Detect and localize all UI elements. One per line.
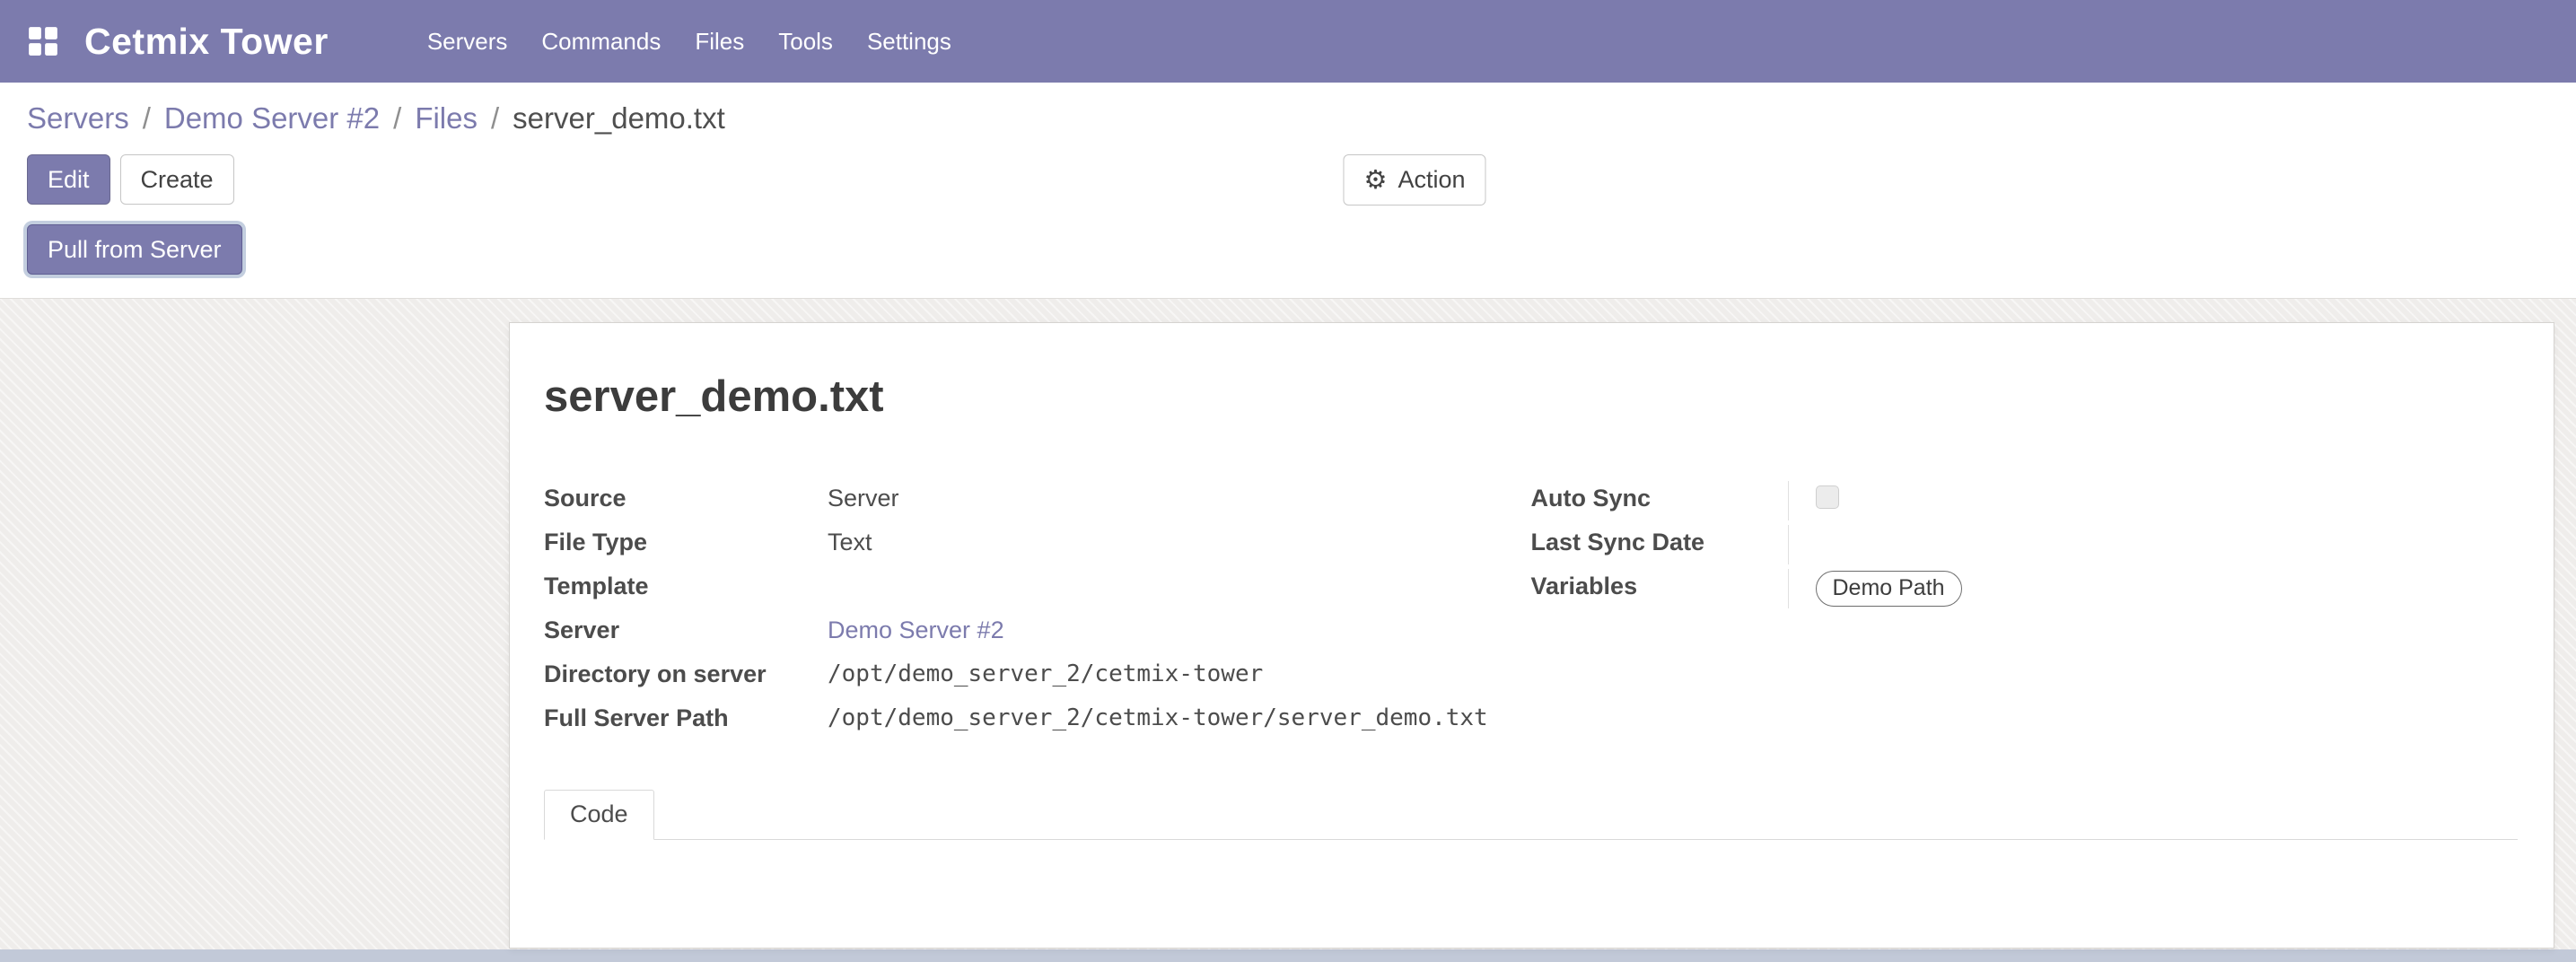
field-label-template: Template: [544, 569, 828, 601]
control-panel: Servers / Demo Server #2 / Files / server_demo…: [0, 83, 2576, 298]
field-label-file-type: File Type: [544, 525, 828, 557]
field-label-source: Source: [544, 481, 828, 513]
top-menu: ServersCommandsFilesToolsSettings: [410, 0, 968, 83]
field-groups: SourceServerFile TypeTextTemplateServerD…: [544, 481, 2518, 745]
top-menu-item-commands[interactable]: Commands: [524, 0, 678, 83]
field-row-variables: Variables Demo Path: [1531, 569, 2519, 613]
apps-menu-icon[interactable]: [27, 25, 59, 57]
breadcrumb-link-demo-server-2[interactable]: Demo Server #2: [164, 101, 380, 135]
field-value-variables: Demo Path: [1788, 569, 2519, 608]
field-row-template: Template: [544, 569, 1531, 613]
field-row-source: SourceServer: [544, 481, 1531, 525]
form-view-background: server_demo.txt SourceServerFile TypeTex…: [0, 298, 2576, 949]
edit-button[interactable]: Edit: [27, 154, 110, 205]
window-bottom-edge: [0, 949, 2576, 962]
auto-sync-checkbox[interactable]: [1816, 485, 1839, 509]
field-value-auto-sync: [1788, 481, 2519, 520]
field-label-directory-on-server: Directory on server: [544, 657, 828, 689]
field-value-last-sync-date: [1788, 525, 2519, 564]
create-button[interactable]: Create: [120, 154, 234, 205]
field-row-full-server-path: Full Server Path/opt/demo_server_2/cetmi…: [544, 701, 1531, 745]
record-title: server_demo.txt: [544, 372, 2518, 422]
field-label-variables: Variables: [1531, 569, 1788, 601]
breadcrumb-row: Servers / Demo Server #2 / Files / server_demo…: [0, 83, 2576, 142]
top-navbar: Cetmix Tower ServersCommandsFilesToolsSe…: [0, 0, 2576, 83]
field-row-auto-sync: Auto Sync: [1531, 481, 2519, 525]
action-menu-button[interactable]: ⚙ Action: [1343, 154, 1485, 206]
top-menu-item-tools[interactable]: Tools: [761, 0, 850, 83]
field-label-server: Server: [544, 613, 828, 645]
field-value-server: Demo Server #2: [828, 613, 1004, 645]
control-panel-buttons: Edit Create ⚙ Action: [0, 142, 2576, 205]
app-brand[interactable]: Cetmix Tower: [84, 21, 329, 63]
action-menu-label: Action: [1398, 166, 1465, 193]
top-menu-item-servers[interactable]: Servers: [410, 0, 525, 83]
tab-code[interactable]: Code: [544, 790, 654, 840]
pull-from-server-button[interactable]: Pull from Server: [27, 224, 242, 275]
notebook-tabs: Code: [544, 790, 2518, 840]
field-row-directory-on-server: Directory on server/opt/demo_server_2/ce…: [544, 657, 1531, 701]
tag-demo-path[interactable]: Demo Path: [1816, 571, 1962, 607]
breadcrumb-separator: /: [143, 101, 151, 135]
field-group-right: Auto Sync Last Sync Date Variables Demo Pat…: [1531, 481, 2519, 745]
breadcrumb-current: server_demo.txt: [513, 101, 725, 135]
breadcrumb-separator: /: [491, 101, 499, 135]
field-label-full-server-path: Full Server Path: [544, 701, 828, 733]
form-sheet: server_demo.txt SourceServerFile TypeTex…: [509, 322, 2554, 949]
breadcrumb-link-servers[interactable]: Servers: [27, 101, 129, 135]
field-value-full-server-path: /opt/demo_server_2/cetmix-tower/server_d…: [828, 701, 1488, 733]
field-value-file-type: Text: [828, 525, 872, 557]
field-value-directory-on-server: /opt/demo_server_2/cetmix-tower: [828, 657, 1263, 689]
server-link[interactable]: Demo Server #2: [828, 617, 1004, 643]
code-tab-content: [544, 840, 2518, 939]
top-menu-item-files[interactable]: Files: [678, 0, 761, 83]
field-row-server: ServerDemo Server #2: [544, 613, 1531, 657]
field-row-file-type: File TypeText: [544, 525, 1531, 569]
gear-icon: ⚙: [1363, 166, 1387, 195]
field-value-source: Server: [828, 481, 899, 513]
left-buttons: Edit Create: [27, 154, 2549, 205]
center-buttons: ⚙ Action: [1343, 154, 1485, 206]
field-label-auto-sync: Auto Sync: [1531, 481, 1788, 513]
breadcrumb-link-files[interactable]: Files: [415, 101, 478, 135]
field-label-last-sync-date: Last Sync Date: [1531, 525, 1788, 557]
field-group-left: SourceServerFile TypeTextTemplateServerD…: [544, 481, 1531, 745]
field-row-last-sync-date: Last Sync Date: [1531, 525, 2519, 569]
form-header-buttons: Pull from Server: [0, 205, 2576, 298]
breadcrumb-separator: /: [393, 101, 401, 135]
breadcrumb: Servers / Demo Server #2 / Files / server_demo…: [27, 101, 2549, 136]
top-menu-item-settings[interactable]: Settings: [850, 0, 968, 83]
